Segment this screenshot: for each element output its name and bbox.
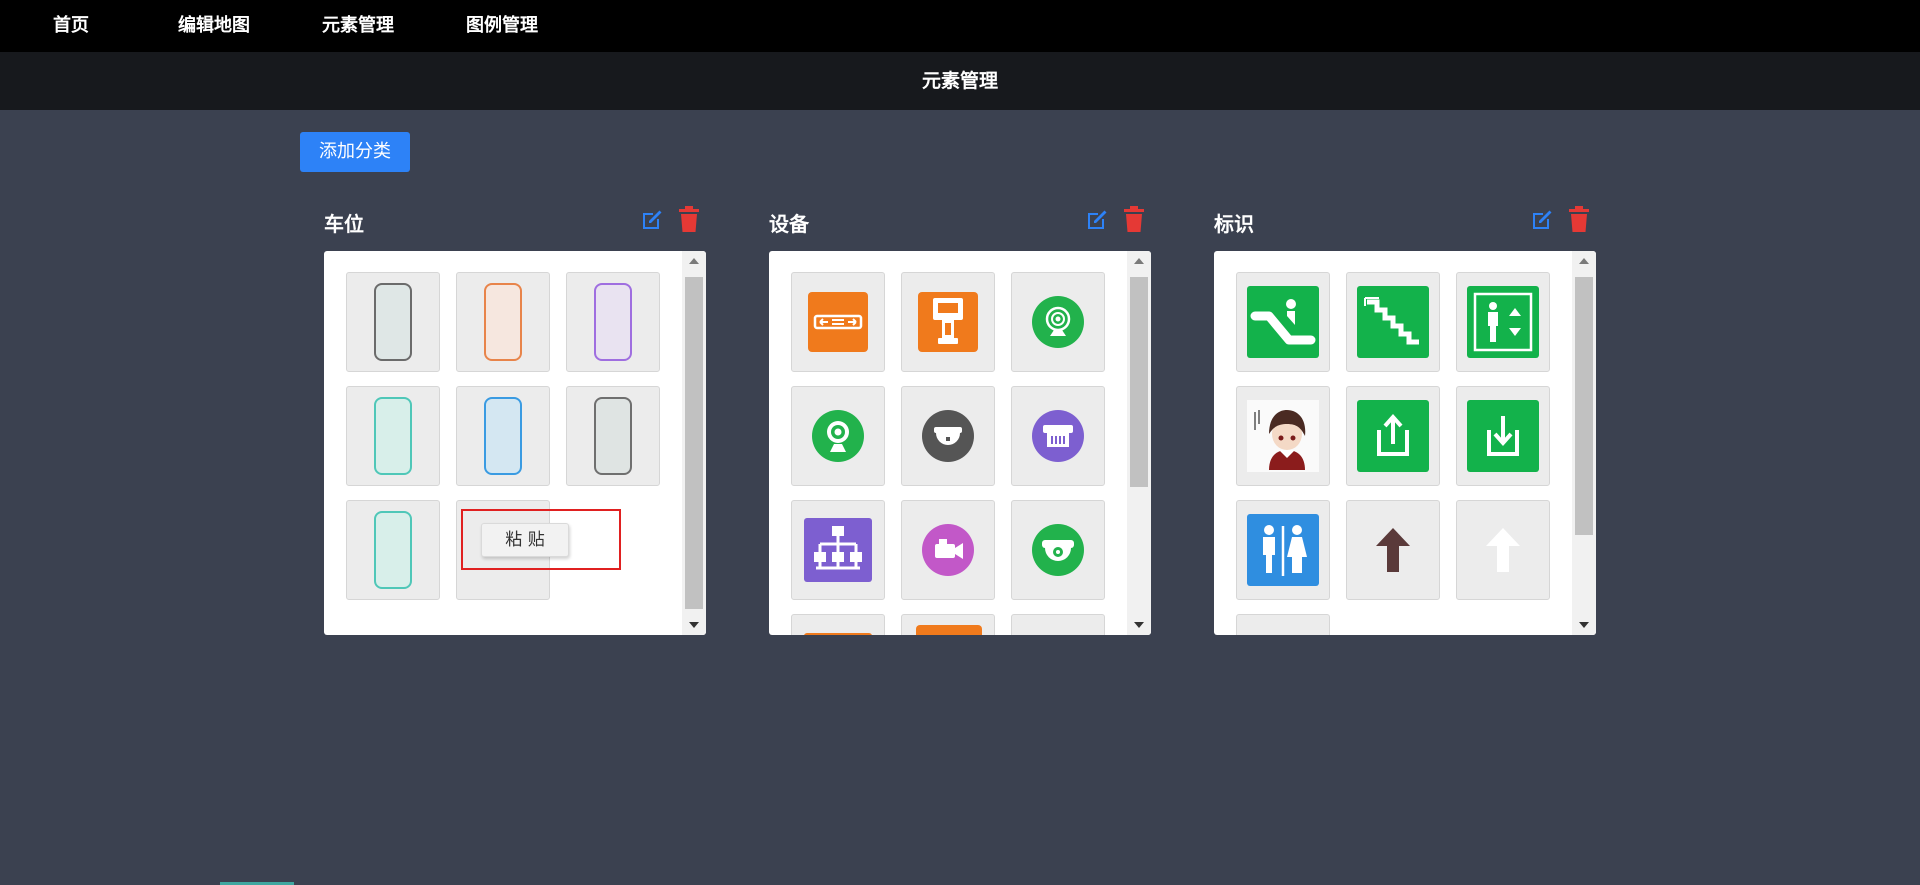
- element-tile[interactable]: [566, 272, 660, 372]
- element-tile[interactable]: [1011, 500, 1105, 600]
- element-tile[interactable]: [1456, 500, 1550, 600]
- category-card-parking: 车位: [324, 200, 706, 635]
- receipt-printer-icon: [1032, 410, 1084, 462]
- element-tile-partial[interactable]: [1236, 614, 1330, 635]
- category-title: 设备: [769, 212, 809, 236]
- parking-slot-teal2-icon: [374, 511, 412, 589]
- scrollbar[interactable]: [682, 251, 706, 635]
- element-tile[interactable]: [456, 386, 550, 486]
- avatar-image-icon: [1247, 400, 1319, 472]
- element-tile[interactable]: [346, 500, 440, 600]
- entrance-down-sign-icon: [1467, 400, 1539, 472]
- element-tile[interactable]: [1346, 272, 1440, 372]
- element-tile[interactable]: [346, 386, 440, 486]
- category-card-signs: 标识: [1214, 200, 1596, 635]
- element-tile[interactable]: [566, 386, 660, 486]
- camera-green-icon: [1032, 296, 1084, 348]
- element-tile[interactable]: [1456, 386, 1550, 486]
- elevator-sign-icon: [1467, 286, 1539, 358]
- page-title: 元素管理: [0, 52, 1920, 110]
- category-header: 标识: [1214, 200, 1596, 240]
- scroll-thumb[interactable]: [1575, 277, 1593, 535]
- scroll-up-icon[interactable]: [1572, 251, 1596, 271]
- dome-camera-icon: [922, 410, 974, 462]
- element-tile[interactable]: [346, 272, 440, 372]
- nav-legend-management[interactable]: 图例管理: [466, 0, 538, 52]
- edit-icon[interactable]: [640, 208, 664, 232]
- parking-slot-gray-icon: [374, 283, 412, 361]
- element-tile[interactable]: [1236, 272, 1330, 372]
- element-tile-partial[interactable]: [791, 614, 885, 635]
- scroll-up-icon[interactable]: [1127, 251, 1151, 271]
- scroll-thumb[interactable]: [1130, 277, 1148, 487]
- element-tile[interactable]: [1236, 500, 1330, 600]
- edit-icon[interactable]: [1085, 208, 1109, 232]
- category-title: 车位: [324, 212, 364, 236]
- category-card-devices: 设备: [769, 200, 1151, 635]
- element-tile[interactable]: [1346, 386, 1440, 486]
- scroll-down-icon[interactable]: [682, 615, 706, 635]
- element-tile[interactable]: [901, 272, 995, 372]
- category-title: 标识: [1214, 212, 1254, 236]
- edit-icon[interactable]: [1530, 208, 1554, 232]
- scrollbar[interactable]: [1572, 251, 1596, 635]
- trash-icon[interactable]: [678, 206, 700, 232]
- video-camera-icon: [922, 524, 974, 576]
- partial-orange-icon: [916, 625, 982, 635]
- escalator-sign-icon: [1247, 286, 1319, 358]
- paste-menu-item[interactable]: 粘 贴: [481, 523, 569, 557]
- arrow-up-brown-icon: [1376, 528, 1410, 572]
- element-tile[interactable]: [791, 500, 885, 600]
- parking-slot-blue-icon: [484, 397, 522, 475]
- dome-camera-green-icon: [1032, 524, 1084, 576]
- parking-slot-orange-icon: [484, 283, 522, 361]
- scrollbar[interactable]: [1127, 251, 1151, 635]
- context-menu-highlight: 粘 贴: [461, 509, 621, 570]
- stairs-sign-icon: [1357, 286, 1429, 358]
- scroll-down-icon[interactable]: [1572, 615, 1596, 635]
- element-list-panel: [1214, 251, 1596, 635]
- element-tile[interactable]: [901, 386, 995, 486]
- element-tile[interactable]: [901, 500, 995, 600]
- element-tile[interactable]: [1346, 500, 1440, 600]
- trash-icon[interactable]: [1123, 206, 1145, 232]
- kiosk-terminal-icon: [918, 292, 978, 352]
- element-tile[interactable]: [791, 386, 885, 486]
- element-tile[interactable]: [791, 272, 885, 372]
- scroll-thumb[interactable]: [685, 277, 703, 609]
- category-header: 设备: [769, 200, 1151, 240]
- element-tile[interactable]: [1236, 386, 1330, 486]
- top-nav: 首页 编辑地图 元素管理 图例管理: [0, 0, 1920, 52]
- network-switch-icon: [804, 518, 872, 582]
- element-tile-partial[interactable]: [1011, 614, 1105, 635]
- element-tile[interactable]: [1011, 386, 1105, 486]
- scroll-up-icon[interactable]: [682, 251, 706, 271]
- restroom-sign-icon: [1247, 514, 1319, 586]
- partial-orange-icon: [804, 633, 872, 635]
- element-tile-partial[interactable]: [901, 614, 995, 635]
- nav-element-management[interactable]: 元素管理: [322, 0, 394, 52]
- arrow-up-white-icon: [1486, 528, 1520, 572]
- element-tile[interactable]: [1011, 272, 1105, 372]
- camera-green-2-icon: [812, 410, 864, 462]
- element-tile[interactable]: [456, 272, 550, 372]
- trash-icon[interactable]: [1568, 206, 1590, 232]
- scroll-down-icon[interactable]: [1127, 615, 1151, 635]
- nav-home[interactable]: 首页: [53, 0, 89, 52]
- category-header: 车位: [324, 200, 706, 240]
- element-list-panel: [324, 251, 706, 635]
- element-tile[interactable]: [1456, 272, 1550, 372]
- element-list-panel: [769, 251, 1151, 635]
- parking-slot-teal-icon: [374, 397, 412, 475]
- parking-slot-purple-icon: [594, 283, 632, 361]
- add-category-button[interactable]: 添加分类: [300, 132, 410, 172]
- parking-slot-darkgray-icon: [594, 397, 632, 475]
- gate-barrier-icon: [808, 292, 868, 352]
- nav-edit-map[interactable]: 编辑地图: [178, 0, 250, 52]
- exit-up-sign-icon: [1357, 400, 1429, 472]
